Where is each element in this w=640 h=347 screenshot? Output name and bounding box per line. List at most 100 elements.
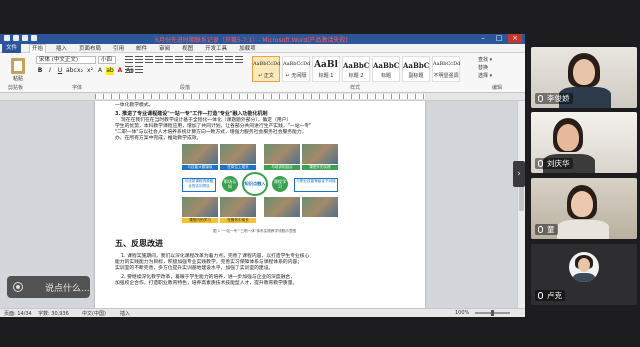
select-button[interactable]: 选择 ▾ bbox=[478, 72, 523, 80]
chat-icon bbox=[13, 282, 23, 292]
tab-insert[interactable]: 插入 bbox=[54, 44, 69, 52]
bullets-icon[interactable] bbox=[125, 56, 133, 64]
increase-indent-icon[interactable] bbox=[165, 56, 173, 64]
microphone-icon bbox=[538, 226, 543, 233]
participant-tile-active-speaker[interactable]: 童 bbox=[531, 178, 637, 239]
tab-references[interactable]: 引用 bbox=[111, 44, 126, 52]
style-gallery-item[interactable]: AaBbCcDd ↵ 正文 bbox=[252, 56, 280, 82]
tab-view[interactable]: 视图 bbox=[180, 44, 195, 52]
zoom-level[interactable]: 100% bbox=[455, 310, 469, 316]
ruler[interactable] bbox=[0, 93, 525, 101]
style-gallery-item[interactable]: AaBbC 标题 2 bbox=[342, 56, 370, 82]
zoom-slider-handle[interactable] bbox=[491, 310, 494, 316]
subscript-button[interactable]: x₂ bbox=[76, 67, 84, 75]
participant-name: 童 bbox=[547, 225, 555, 234]
participant-face bbox=[557, 124, 579, 151]
status-page[interactable]: 页面: 14/34 bbox=[4, 310, 32, 317]
style-gallery-item[interactable]: AaBbCcDd 不明显强调 bbox=[432, 56, 460, 82]
tab-file[interactable]: 文件 bbox=[2, 43, 22, 53]
underline-button[interactable]: U bbox=[56, 67, 64, 75]
section-heading: 五、反思改进 bbox=[115, 239, 163, 248]
document-page[interactable]: 一体化教学模式。 3. 推进了专业课程建设"一站一专"工作—打造"专业"融入功能… bbox=[95, 101, 425, 308]
font-format-row: B I U abc x₂ x² A ab A Aa bbox=[36, 67, 134, 75]
participant-tile[interactable]: 卢克 bbox=[531, 244, 637, 305]
style-gallery-item[interactable]: AaBbCcDd ↵ 无间隔 bbox=[282, 56, 310, 82]
tab-addins[interactable]: 加载项 bbox=[237, 44, 258, 52]
minimize-icon[interactable]: – bbox=[476, 34, 490, 43]
bold-button[interactable]: B bbox=[36, 67, 44, 75]
photo-label: 在岗位上成长 bbox=[220, 165, 256, 170]
highlight-button[interactable]: ab bbox=[106, 67, 114, 75]
editing-group: 查找 ▾ 替换 选择 ▾ bbox=[478, 56, 523, 80]
status-language[interactable]: 中文(中国) bbox=[82, 310, 106, 317]
decrease-indent-icon[interactable] bbox=[155, 56, 163, 64]
align-left-icon[interactable] bbox=[195, 56, 203, 64]
replace-button[interactable]: 替换 bbox=[478, 64, 523, 72]
sort-icon[interactable] bbox=[175, 56, 183, 64]
maximize-icon[interactable]: □ bbox=[492, 34, 506, 43]
redo-icon[interactable] bbox=[31, 35, 37, 41]
paste-button[interactable]: 粘贴 bbox=[3, 56, 33, 86]
font-size-select[interactable]: 小四 bbox=[98, 56, 116, 64]
close-icon[interactable]: × bbox=[508, 34, 522, 43]
find-button[interactable]: 查找 ▾ bbox=[478, 56, 523, 64]
chat-input[interactable]: 说点什么... bbox=[7, 276, 90, 298]
photo-image bbox=[182, 144, 218, 164]
participant-tile[interactable]: 刘庆华 bbox=[531, 112, 637, 173]
participant-body bbox=[557, 220, 609, 239]
style-sample: AaBbC bbox=[343, 61, 370, 70]
status-words[interactable]: 字数: 30,936 bbox=[38, 310, 69, 317]
borders-icon[interactable] bbox=[135, 66, 143, 74]
undo-icon[interactable] bbox=[22, 35, 28, 41]
font-name-select[interactable]: 宋体 (中文正文) bbox=[36, 56, 96, 64]
shared-word-window[interactable]: 6月份先进时期联系记录（开篇5-7.1）- Microsoft Word(产品激… bbox=[0, 34, 525, 317]
style-name: 标题 2 bbox=[348, 73, 364, 79]
group-label-paragraph: 段落 bbox=[180, 85, 191, 91]
participant-tile[interactable]: 李俊娇 bbox=[531, 47, 637, 108]
multilevel-list-icon[interactable] bbox=[145, 56, 153, 64]
process-diagram: 与技能大赛接轨 在岗位上成长 与培训相结合 课堂外的实践 与优质课程资源融合的实… bbox=[180, 139, 340, 225]
ruler-scale bbox=[95, 94, 425, 99]
tab-mailings[interactable]: 邮件 bbox=[134, 44, 149, 52]
style-name: ↵ 正文 bbox=[258, 73, 274, 79]
doc-line: 实训室的不断完善，多方位提升实训基地建设水平，加强了实训室的建设。 bbox=[115, 266, 274, 271]
window-title: 6月份先进时期联系记录（开篇5-7.1）- Microsoft Word(产品激… bbox=[155, 37, 348, 44]
group-label-clipboard: 剪贴板 bbox=[8, 85, 24, 91]
photo-image bbox=[302, 144, 338, 164]
style-sample: AaBbCcDd bbox=[433, 61, 461, 67]
vertical-scrollbar[interactable] bbox=[517, 101, 525, 308]
avatar-body bbox=[573, 273, 595, 282]
justify-icon[interactable] bbox=[225, 56, 233, 64]
styles-gallery: AaBbCcDd ↵ 正文 AaBbCcDd ↵ 无间隔 AaBl 标题 1 AaBbC 标题… bbox=[252, 56, 460, 82]
tab-page-layout[interactable]: 页面布局 bbox=[77, 44, 103, 52]
diagram-left-box: 与优质课程资源融合的实训项目 bbox=[182, 178, 216, 192]
status-mode[interactable]: 插入 bbox=[120, 310, 130, 317]
save-icon[interactable] bbox=[13, 35, 19, 41]
tab-review[interactable]: 审阅 bbox=[157, 44, 172, 52]
numbering-icon[interactable] bbox=[135, 56, 143, 64]
align-right-icon[interactable] bbox=[215, 56, 223, 64]
style-gallery-item[interactable]: AaBbC 副标题 bbox=[402, 56, 430, 82]
style-gallery-item[interactable]: AaBl 标题 1 bbox=[312, 56, 340, 82]
participant-name-tag: 卢克 bbox=[535, 290, 565, 301]
text-effect-button[interactable]: A bbox=[96, 67, 104, 75]
align-center-icon[interactable] bbox=[205, 56, 213, 64]
photo-label: 课堂外的实践 bbox=[302, 165, 338, 170]
paste-icon bbox=[11, 58, 25, 74]
tab-home[interactable]: 开始 bbox=[29, 43, 47, 53]
line-spacing-icon[interactable] bbox=[235, 56, 243, 64]
style-name: 标题 bbox=[380, 73, 391, 79]
collapse-panel-button[interactable]: › bbox=[513, 161, 525, 187]
superscript-button[interactable]: x² bbox=[86, 67, 94, 75]
shading-icon[interactable] bbox=[125, 66, 133, 74]
tab-developer[interactable]: 开发工具 bbox=[203, 44, 229, 52]
photo-image bbox=[302, 197, 338, 217]
style-sample: AaBl bbox=[314, 60, 338, 70]
strikethrough-button[interactable]: abc bbox=[66, 67, 77, 75]
ribbon-tabs: 文件 开始 插入 页面布局 引用 邮件 审阅 视图 开发工具 加载项 bbox=[0, 43, 525, 53]
italic-button[interactable]: I bbox=[46, 67, 54, 75]
style-gallery-item[interactable]: AaBbC 标题 bbox=[372, 56, 400, 82]
photo-image bbox=[264, 197, 300, 217]
show-marks-icon[interactable] bbox=[185, 56, 193, 64]
font-color-button[interactable]: A bbox=[116, 67, 124, 75]
